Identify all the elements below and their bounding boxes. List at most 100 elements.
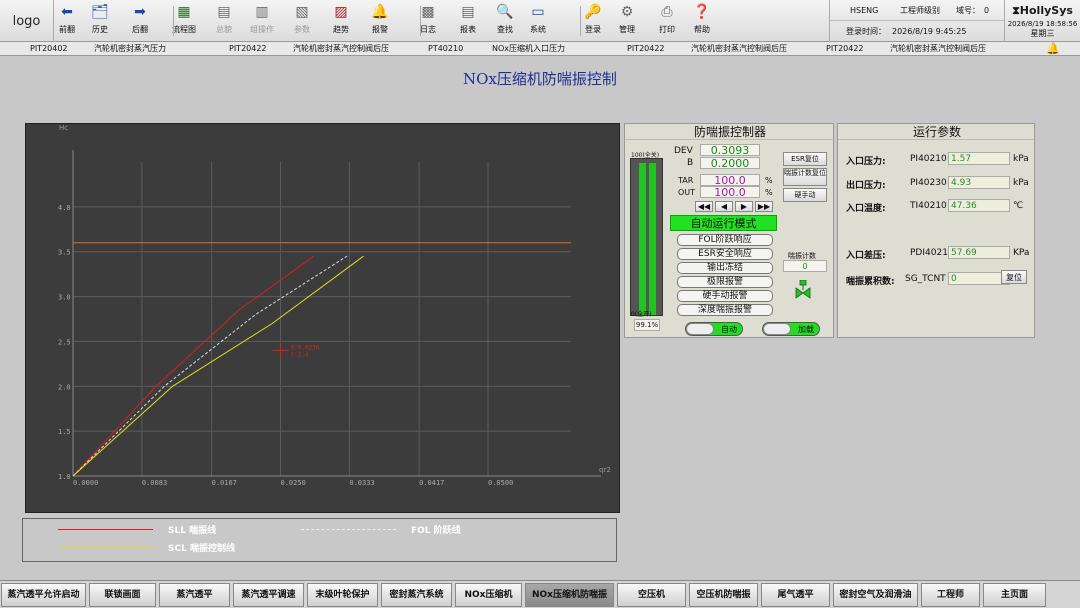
- param-tag: TI40210: [910, 201, 947, 211]
- nav-button[interactable]: 密封空气及润滑油: [833, 583, 918, 607]
- toolbar-button-label: 总貌: [216, 25, 232, 34]
- screen: logo ⬅ 前翻 🗂 历史 ➡ 后翻 ▦ 流程图 ▤ 总貌 ▥ 组操作 ▧ 参数 ▨ 趋势 🔔 报警 ▩ 日志 ▤ 报表…: [0, 0, 1080, 608]
- toolbar-button-label: 历史: [92, 25, 108, 34]
- marker-label-x: X:0.0236: [291, 344, 320, 351]
- dev-value: 0.3093: [700, 144, 760, 156]
- nav-button[interactable]: 密封蒸汽系统: [381, 583, 452, 607]
- surge-chart: 1.0 1.5 2.0 2.5 3.0 3.5 4.0 0.0000 0.0083 0.0167 0…: [25, 123, 620, 513]
- auto-toggle-label: 自动: [721, 325, 737, 334]
- toolbar-button-label: 系统: [530, 25, 546, 34]
- valve-icon[interactable]: [795, 279, 811, 300]
- toolbar-button-label: 组操作: [250, 25, 274, 34]
- decrease-button[interactable]: ◀: [715, 201, 733, 212]
- alarm-bell-icon[interactable]: 🔔: [1046, 42, 1060, 56]
- param-unit: ℃: [1013, 201, 1024, 211]
- load-toggle-knob: [763, 323, 791, 335]
- user-role: 工程师级别: [900, 5, 940, 15]
- status-indicator: 深度喘振报警: [677, 304, 773, 316]
- toolbar-button-label: 流程图: [172, 25, 196, 34]
- toolbar-separator: [420, 6, 421, 36]
- toolbar-button-report[interactable]: ▤ 报表: [452, 3, 484, 39]
- status-indicator: 硬手动报警: [677, 290, 773, 302]
- y-tick-label: 1.0: [58, 473, 71, 481]
- toolbar-button-label: 帮助: [694, 25, 710, 34]
- toolbar-button-printer[interactable]: ⎙ 打印: [651, 3, 683, 39]
- legend-scl-swatch: [58, 547, 153, 548]
- y-axis-label: Hc: [59, 124, 68, 132]
- nav-button[interactable]: NOx压缩机: [455, 583, 522, 607]
- surge-total-reset-button[interactable]: 复位: [1001, 270, 1027, 284]
- alarm-tag[interactable]: PIT20422: [229, 42, 267, 56]
- param-value: 1.57: [948, 152, 1010, 165]
- history-icon: 🗂: [91, 4, 109, 20]
- nav-button[interactable]: 蒸汽透平允许启动: [1, 583, 86, 607]
- param-unit: kPa: [1013, 178, 1029, 188]
- nav-button[interactable]: 空压机防喘振: [689, 583, 758, 607]
- toolbar-button-group[interactable]: ▥ 组操作: [246, 3, 278, 39]
- nav-button[interactable]: 工程师: [921, 583, 980, 607]
- clock: 2026/8/19 18:58:56: [1007, 20, 1078, 28]
- auto-toggle[interactable]: 自动: [685, 322, 743, 336]
- y-tick-label: 1.5: [58, 428, 71, 436]
- x-tick-label: 0.0417: [419, 479, 444, 487]
- load-toggle[interactable]: 加载: [762, 322, 820, 336]
- surge-count-reset-button[interactable]: 喘振计数复位: [783, 168, 827, 186]
- increase-button[interactable]: ▶: [735, 201, 753, 212]
- bar-bottom-label: 0(全开): [631, 311, 652, 318]
- toolbar-button-alarm[interactable]: 🔔 报警: [364, 3, 396, 39]
- toolbar-button-monitor[interactable]: ▭ 系统: [522, 3, 554, 39]
- marker-label-y: Y:2.4: [291, 351, 309, 358]
- alarm-desc[interactable]: 汽轮机密封蒸汽控制阀后压: [691, 42, 787, 56]
- toolbar-button-manage[interactable]: ⚙ 管理: [611, 3, 643, 39]
- flowchart-icon: ▦: [177, 4, 191, 20]
- alarm-desc[interactable]: 汽轮机密封蒸汽压力: [94, 42, 166, 56]
- toolbar-button-trend[interactable]: ▨ 趋势: [325, 3, 357, 39]
- alarm-bar: PIT20402 汽轮机密封蒸汽压力 PIT20422 汽轮机密封蒸汽控制阀后压 PT4…: [0, 42, 1080, 56]
- x-axis-label: qr2: [599, 466, 611, 474]
- param-label: 入口压力:: [846, 157, 886, 167]
- nav-button[interactable]: 联锁画面: [89, 583, 156, 607]
- toolbar-button-param[interactable]: ▧ 参数: [286, 3, 318, 39]
- hard-manual-button[interactable]: 硬手动: [783, 188, 827, 202]
- out-value[interactable]: 100.0: [700, 186, 760, 198]
- arrow-right-icon: ➡: [134, 4, 146, 20]
- alarm-desc[interactable]: NOx压缩机入口压力: [492, 42, 565, 56]
- nav-button[interactable]: NOx压缩机防喘振: [525, 583, 614, 607]
- legend-scl-label: SCL 喘振控制线: [168, 544, 235, 554]
- alarm-tag[interactable]: PIT20402: [30, 42, 68, 56]
- alarm-desc[interactable]: 汽轮机密封蒸汽控制阀后压: [890, 42, 986, 56]
- toolbar-button-arrow-left[interactable]: ⬅ 前翻: [51, 3, 83, 39]
- esr-reset-button[interactable]: ESR复位: [783, 152, 827, 166]
- arrow-left-icon: ⬅: [61, 4, 73, 20]
- alarm-tag[interactable]: PIT20422: [627, 42, 665, 56]
- y-tick-label: 3.0: [58, 294, 71, 302]
- status-indicator: 极限报警: [677, 276, 773, 288]
- alarm-desc[interactable]: 汽轮机密封蒸汽控制阀后压: [293, 42, 389, 56]
- toolbar-button-help[interactable]: ❓ 帮助: [686, 3, 718, 39]
- toolbar-button-arrow-right[interactable]: ➡ 后翻: [124, 3, 156, 39]
- key-icon: 🔑: [584, 4, 602, 20]
- nav-button[interactable]: 蒸汽透平: [159, 583, 230, 607]
- toolbar-button-history[interactable]: 🗂 历史: [84, 3, 116, 39]
- nav-button[interactable]: 主页面: [983, 583, 1046, 607]
- fast-decrease-button[interactable]: ◀◀: [695, 201, 713, 212]
- toolbar-button-overview[interactable]: ▤ 总貌: [208, 3, 240, 39]
- nav-button[interactable]: 末级叶轮保护: [307, 583, 378, 607]
- nav-button[interactable]: 空压机: [617, 583, 686, 607]
- toolbar-button-log[interactable]: ▩ 日志: [412, 3, 444, 39]
- brand-name: HollySys: [1019, 4, 1073, 17]
- toolbar-button-key[interactable]: 🔑 登录: [577, 3, 609, 39]
- toolbar-button-label: 趋势: [333, 25, 349, 34]
- bar-value: 99.1%: [634, 319, 660, 331]
- fast-increase-button[interactable]: ▶▶: [755, 201, 773, 212]
- x-tick-label: 0.0250: [281, 479, 306, 487]
- page-title: NOx压缩机防喘振控制: [463, 70, 617, 88]
- nav-button[interactable]: 尾气透平: [761, 583, 830, 607]
- toolbar-button-search[interactable]: 🔍 查找: [489, 3, 521, 39]
- toolbar-button-label: 登录: [585, 25, 601, 34]
- nav-button[interactable]: 蒸汽透平调速: [233, 583, 304, 607]
- alarm-tag[interactable]: PT40210: [428, 42, 463, 56]
- series-line-2: [72, 255, 364, 477]
- tar-value[interactable]: 100.0: [700, 174, 760, 186]
- alarm-tag[interactable]: PIT20422: [826, 42, 864, 56]
